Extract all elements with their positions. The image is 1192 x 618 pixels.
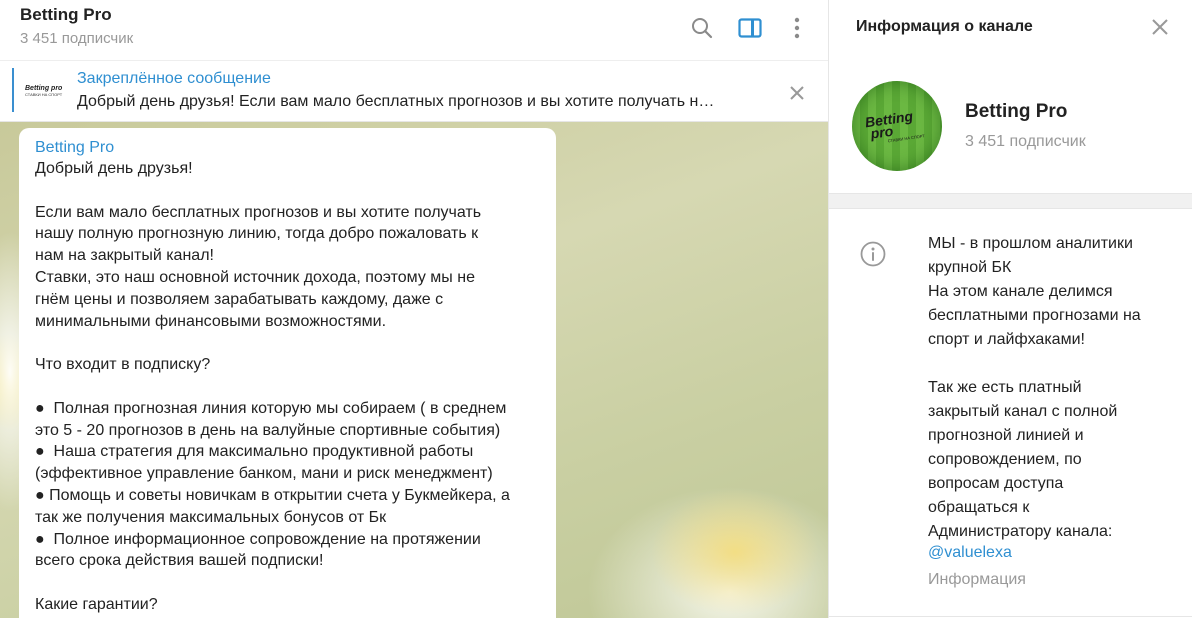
pinned-title: Закреплённое сообщение: [77, 70, 271, 87]
pinned-thumbnail: Betting pro СТАВКИ НА СПОРТ: [22, 71, 64, 111]
channel-info-panel: Информация о канале Betting pro СТАВКИ Н…: [828, 0, 1192, 618]
close-pinned-button[interactable]: [780, 79, 814, 107]
admin-link[interactable]: @valuelexa: [928, 544, 1012, 562]
toggle-info-panel-button[interactable]: [730, 10, 770, 46]
channel-name: Betting Pro: [965, 101, 1068, 122]
search-icon: [692, 18, 713, 39]
message-text: Добрый день друзья! Если вам мало беспла…: [35, 160, 510, 613]
pinned-thumb-caption: СТАВКИ НА СПОРТ: [25, 91, 63, 97]
message-bubble[interactable]: Betting Pro Добрый день друзья! Если вам…: [19, 128, 556, 618]
info-panel-title: Информация о канале: [856, 18, 1033, 35]
subscriber-count: 3 451 подписчик: [20, 30, 134, 47]
channel-description: МЫ - в прошлом аналитики крупной БК На э…: [928, 235, 1141, 540]
chat-column: Betting Pro 3 451 подписчик Betting pro …: [0, 0, 828, 618]
telegram-app: Betting Pro 3 451 подписчик Betting pro …: [0, 0, 1192, 618]
search-button[interactable]: [682, 10, 722, 46]
section-divider: [829, 193, 1192, 209]
channel-avatar[interactable]: Betting pro СТАВКИ НА СПОРТ: [852, 81, 942, 171]
close-info-panel-button[interactable]: [1144, 12, 1176, 42]
chat-header[interactable]: Betting Pro 3 451 подписчик: [0, 0, 828, 60]
channel-subscribers: 3 451 подписчик: [965, 133, 1086, 150]
close-icon: [790, 86, 804, 100]
chat-title[interactable]: Betting Pro: [20, 5, 112, 25]
chat-background: Betting Pro Добрый день друзья! Если вам…: [0, 122, 828, 618]
pinned-thumb-logo: Betting pro: [25, 84, 63, 92]
more-menu-button[interactable]: [777, 10, 817, 46]
more-vertical-icon: [794, 17, 800, 39]
bottom-divider: [829, 616, 1192, 617]
sidebar-toggle-icon: [738, 18, 762, 38]
pinned-preview: Добрый день друзья! Если вам мало беспла…: [77, 93, 715, 110]
message-author[interactable]: Betting Pro: [35, 138, 540, 158]
close-icon: [1152, 19, 1168, 35]
pinned-accent-bar: [12, 68, 14, 112]
description-label: Информация: [928, 571, 1026, 588]
avatar-logo: Betting pro СТАВКИ НА СПОРТ: [864, 108, 930, 146]
info-icon: [860, 241, 886, 267]
pinned-message-bar[interactable]: Betting pro СТАВКИ НА СПОРТ Закреплённое…: [0, 60, 828, 122]
